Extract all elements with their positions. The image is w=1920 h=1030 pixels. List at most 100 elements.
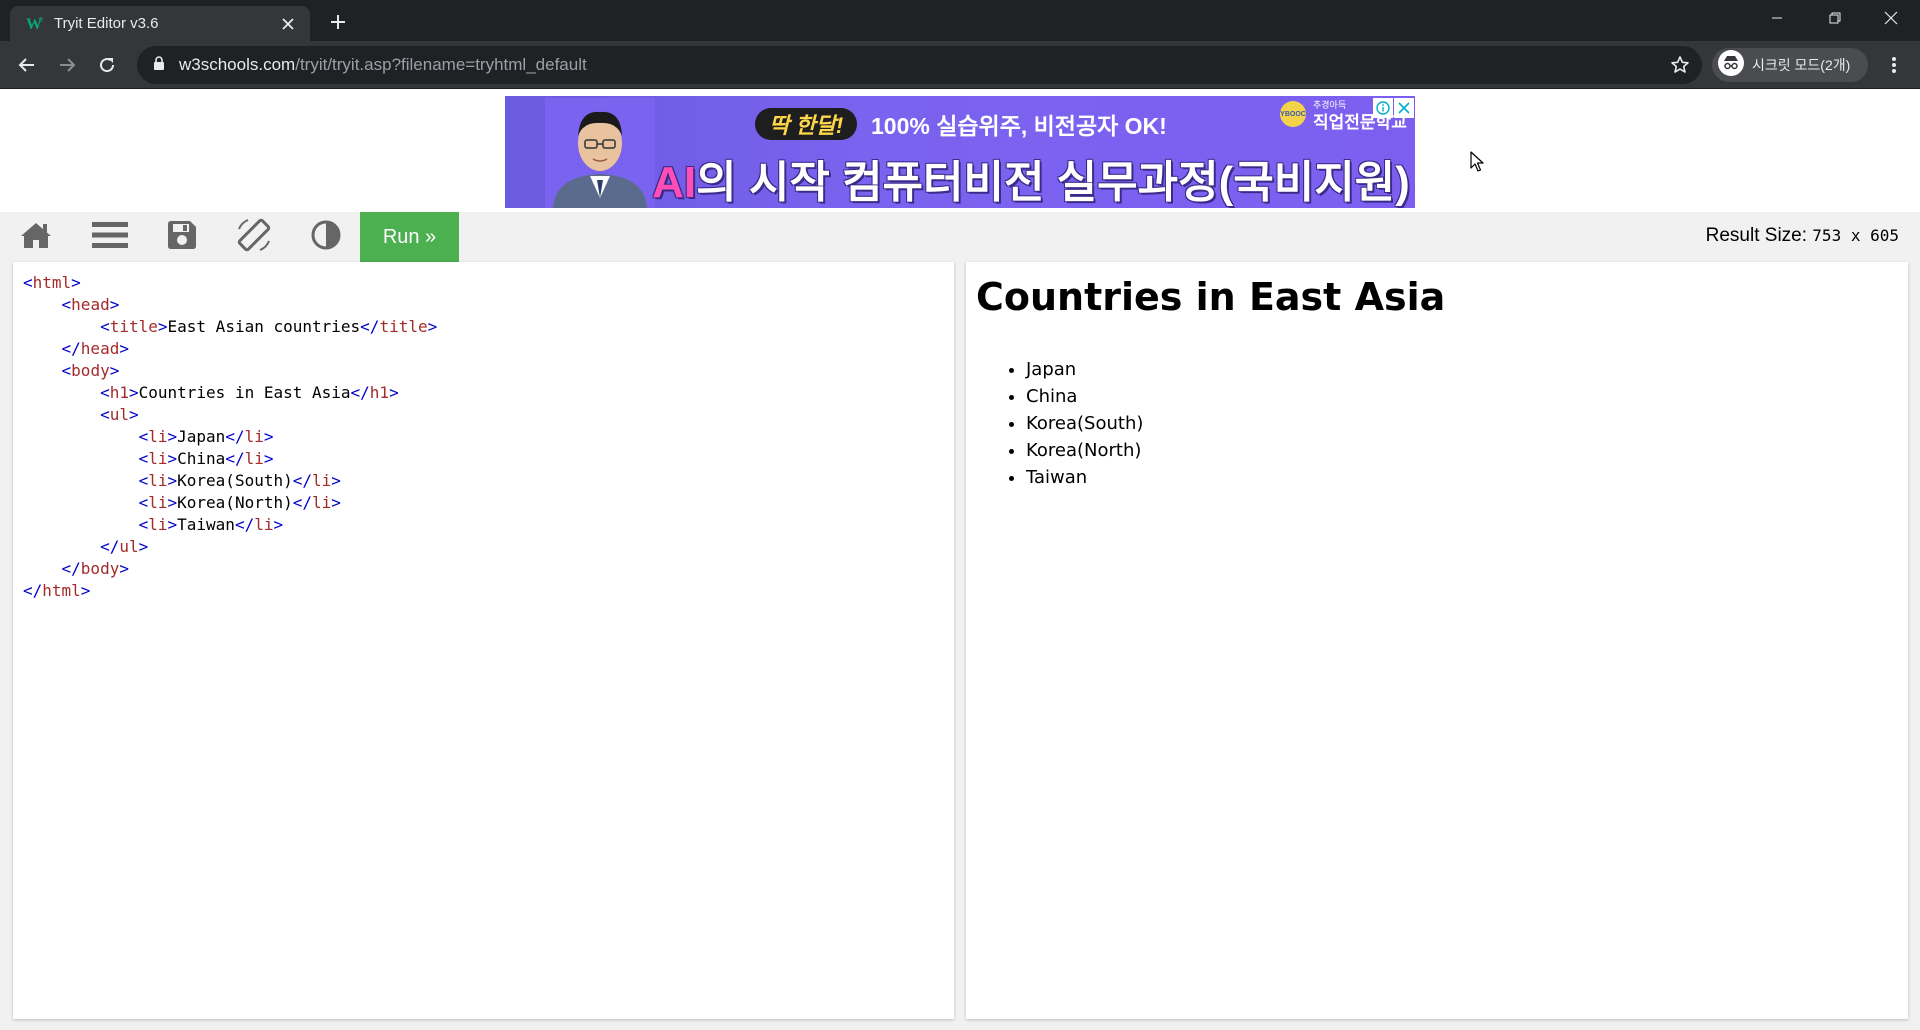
ad-title: AI의 시작 컴퓨터비전 실무과정(국비지원) (651, 146, 1411, 208)
code-line: <head> (23, 294, 437, 316)
code-tag-name: li (148, 493, 168, 512)
close-window-icon[interactable] (1862, 0, 1920, 36)
code-tag-name: title (379, 317, 428, 336)
code-line: <ul> (23, 404, 437, 426)
code-bracket: < (138, 515, 149, 534)
code-editor[interactable]: <html> <head> <title>East Asian countrie… (13, 262, 954, 1019)
code-tag-name: li (312, 493, 332, 512)
reload-icon[interactable] (93, 51, 121, 79)
editor-toolbar: Run » Result Size: 753 x 605 (0, 212, 1920, 262)
code-line: <li>Taiwan</li> (23, 514, 437, 536)
list-item: Korea(South) (1026, 410, 1143, 437)
code-bracket: > (427, 317, 438, 336)
svg-text:3: 3 (39, 17, 43, 24)
code-tag-name: title (109, 317, 158, 336)
code-tag-name: h1 (109, 383, 129, 402)
code-line: <html> (23, 272, 437, 294)
code-tag-name: li (254, 515, 274, 534)
forward-arrow-icon[interactable] (53, 51, 81, 79)
code-text[interactable]: <html> <head> <title>East Asian countrie… (23, 272, 437, 602)
minimize-icon[interactable] (1748, 0, 1806, 36)
tab-title: Tryit Editor v3.6 (54, 15, 159, 32)
code-bracket: > (331, 471, 341, 490)
code-tag-name: body (71, 361, 110, 380)
restore-icon[interactable] (1806, 0, 1864, 36)
browser-tab[interactable]: W3 Tryit Editor v3.6 (10, 6, 310, 41)
ad-info-icon[interactable] (1373, 98, 1393, 118)
code-text: Taiwan (177, 515, 235, 534)
advertisement-banner[interactable]: 딱 한달! 100% 실습위주, 비전공자 OK! AI의 시작 컴퓨터비전 실… (505, 96, 1415, 208)
back-arrow-icon[interactable] (13, 51, 41, 79)
rotate-orientation-button[interactable] (218, 212, 290, 262)
editor-workspace: <html> <head> <title>East Asian countrie… (0, 262, 1920, 1030)
code-tag-name: li (148, 515, 168, 534)
code-bracket: > (389, 383, 399, 402)
code-line: <body> (23, 360, 437, 382)
list-item: Korea(North) (1026, 437, 1143, 464)
incognito-icon (1718, 49, 1744, 81)
code-line: <li>China</li> (23, 448, 437, 470)
lock-icon (153, 55, 165, 75)
result-size-label: Result Size: (1705, 225, 1808, 246)
home-button[interactable] (0, 212, 72, 262)
code-bracket: < (100, 405, 110, 424)
code-bracket: </ (234, 515, 255, 534)
code-bracket: > (167, 471, 178, 490)
result-heading: Countries in East Asia (976, 275, 1446, 319)
code-tag-name: li (148, 471, 168, 490)
save-icon (168, 220, 196, 254)
code-bracket: > (128, 405, 139, 424)
code-line: <li>Japan</li> (23, 426, 437, 448)
incognito-badge[interactable]: 시크릿 모드(2개) (1712, 48, 1868, 82)
code-bracket: < (61, 295, 72, 314)
code-bracket: < (100, 317, 110, 336)
code-bracket: < (23, 273, 33, 292)
list-item: Japan (1026, 356, 1143, 383)
ad-title-ai: AI (652, 158, 697, 207)
code-bracket: < (138, 493, 149, 512)
address-bar[interactable]: w3schools.com/tryit/tryit.asp?filename=t… (137, 46, 1702, 84)
code-bracket: </ (225, 449, 245, 468)
code-bracket: </ (61, 559, 81, 578)
menu-button[interactable] (74, 212, 146, 262)
tab-close-icon[interactable] (278, 14, 298, 34)
run-button[interactable]: Run » (360, 212, 459, 262)
theme-toggle-button[interactable] (290, 212, 362, 262)
tab-strip: W3 Tryit Editor v3.6 (0, 0, 1920, 41)
code-bracket: </ (23, 581, 43, 600)
code-tag-name: li (312, 471, 332, 490)
code-line: <li>Korea(North)</li> (23, 492, 437, 514)
code-tag-name: li (148, 449, 168, 468)
code-bracket: > (157, 317, 168, 336)
result-list: Japan China Korea(South) Korea(North) Ta… (1026, 356, 1143, 491)
code-tag-name: head (71, 295, 110, 314)
save-button[interactable] (146, 212, 218, 262)
new-tab-icon[interactable] (324, 8, 352, 36)
bookmark-star-icon[interactable] (1670, 55, 1690, 80)
contrast-icon (311, 220, 341, 255)
code-tag-name: ul (119, 537, 139, 556)
code-bracket: > (109, 361, 120, 380)
code-bracket: > (167, 493, 178, 512)
ad-close-icon[interactable] (1394, 98, 1414, 118)
code-text: Japan (177, 427, 226, 446)
code-line: <title>East Asian countries</title> (23, 316, 437, 338)
ad-headline: 100% 실습위주, 비전공자 OK! (871, 113, 1167, 139)
code-text: East Asian countries (167, 317, 361, 336)
kebab-menu-icon[interactable] (1880, 51, 1908, 79)
url-text: w3schools.com/tryit/tryit.asp?filename=t… (179, 55, 587, 75)
ad-school-logo: YBOOC (1280, 101, 1306, 127)
code-tag-name: ul (109, 405, 129, 424)
code-bracket: </ (292, 471, 312, 490)
code-tag-name: li (244, 427, 264, 446)
code-bracket: </ (100, 537, 120, 556)
code-bracket: </ (61, 339, 81, 358)
